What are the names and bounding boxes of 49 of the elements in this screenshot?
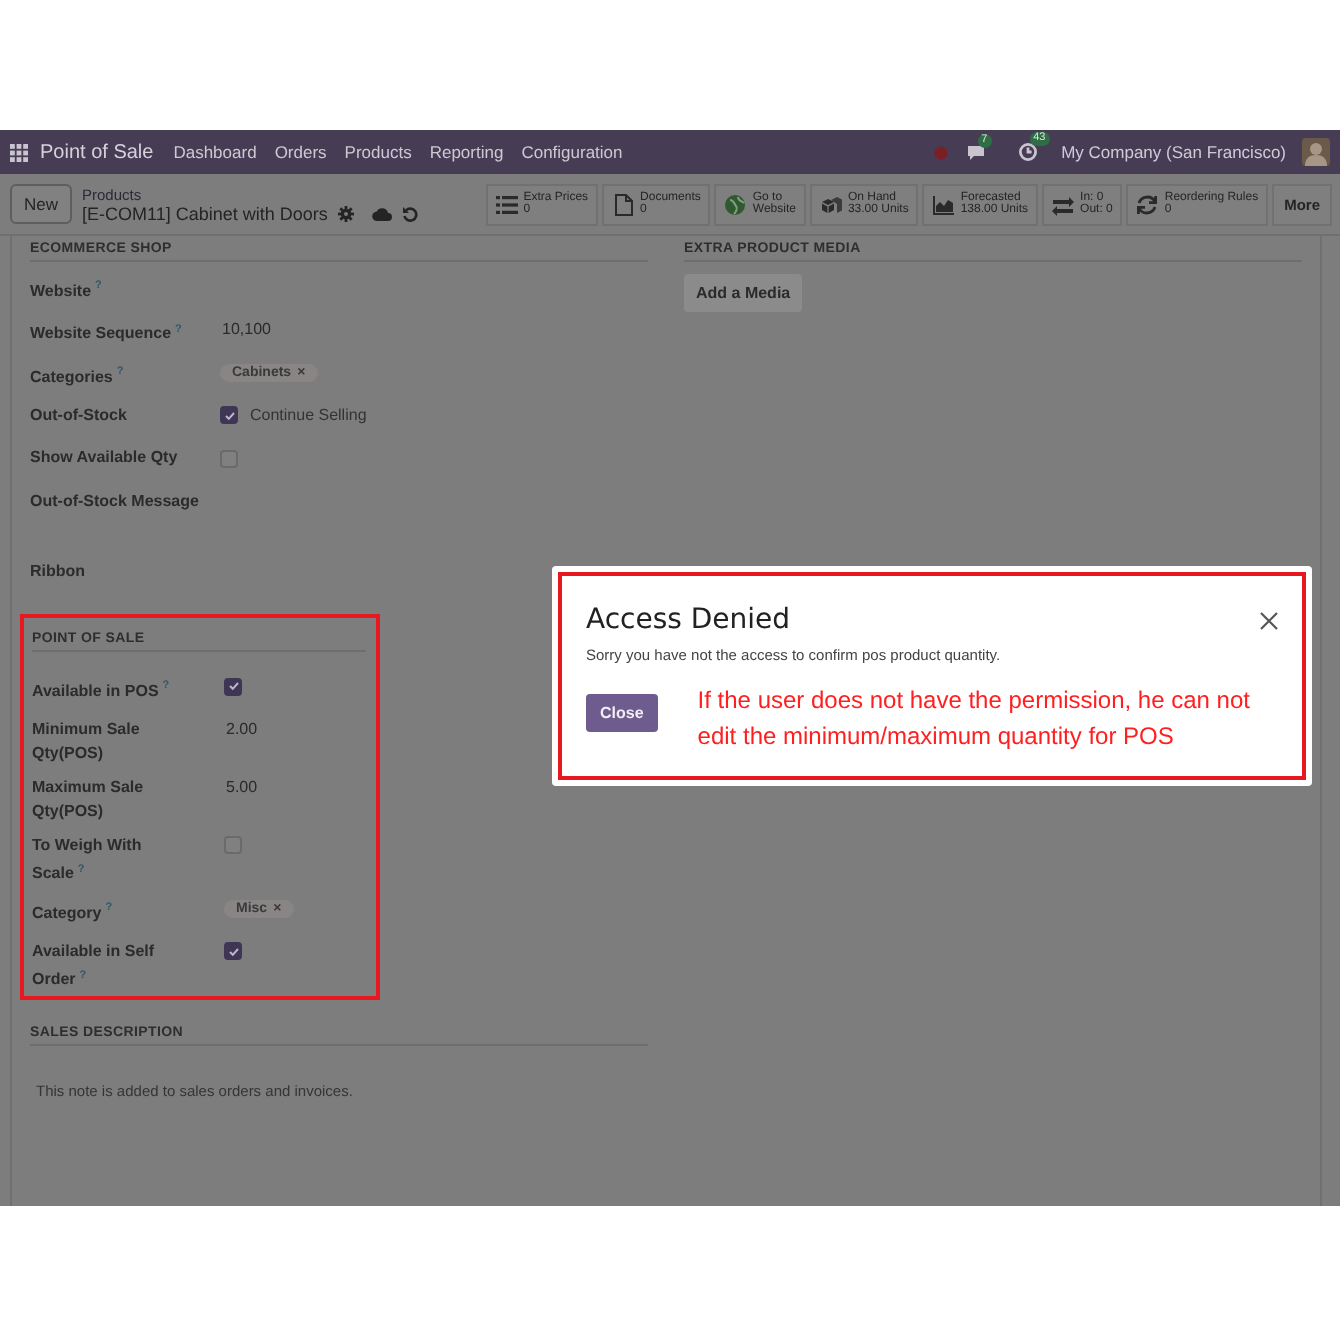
- menu-item[interactable]: Products: [344, 142, 412, 162]
- field-label: Available in POS $^{?}$: [32, 681, 170, 700]
- menu-item[interactable]: Orders: [274, 142, 327, 162]
- field-label: Categories $^{?}$: [30, 367, 124, 386]
- annotation-note: If the user does not have the permission, he can not edit the minimum/maximum quantity for POS: [697, 684, 1252, 754]
- field-label: To Weigh With Scale $^{?}$: [32, 835, 142, 883]
- field-label: Maximum Sale Qty(POS): [32, 777, 144, 819]
- field-label: Ribbon: [30, 561, 86, 579]
- close-button[interactable]: Close: [586, 694, 658, 732]
- clock-icon[interactable]: [1017, 142, 1038, 162]
- company-name[interactable]: My Company (San Francisco): [1061, 142, 1286, 162]
- field-label: Minimum Sale Qty(POS): [32, 719, 140, 761]
- checkbox[interactable]: [220, 406, 238, 424]
- menu-item[interactable]: Dashboard: [173, 142, 257, 162]
- checkbox[interactable]: [224, 677, 242, 695]
- field-label: Out-of-Stock: [30, 405, 127, 423]
- record-title: [E-COM11] Cabinet with Doors: [82, 203, 328, 223]
- field-label: Out-of-Stock Message: [30, 491, 199, 509]
- undo-icon[interactable]: [401, 205, 418, 221]
- area-chart-icon: [932, 193, 955, 215]
- dialog-title: Access Denied: [586, 604, 791, 636]
- apps-menu-icon[interactable]: [10, 143, 28, 161]
- field-label: Show Available Qty: [30, 448, 178, 466]
- chat-icon[interactable]: [965, 143, 986, 161]
- field-label: Website $^{?}$: [30, 281, 102, 300]
- list-icon: [495, 193, 518, 215]
- menu-item[interactable]: Reporting: [429, 142, 504, 162]
- field-value[interactable]: 10,100: [220, 320, 271, 338]
- close-icon[interactable]: [1260, 611, 1278, 629]
- globe-icon: [724, 193, 747, 215]
- boxes-icon: [819, 193, 842, 215]
- new-button[interactable]: New: [10, 184, 73, 224]
- menu-item[interactable]: Configuration: [521, 142, 623, 162]
- checkbox[interactable]: [224, 942, 242, 961]
- add-media-button[interactable]: Add a Media: [684, 274, 803, 312]
- field-label: Website Sequence $^{?}$: [30, 324, 182, 343]
- status-dot-icon: [933, 145, 948, 159]
- gear-icon[interactable]: [337, 205, 354, 221]
- field-label: Available in Self Order $^{?}$: [32, 941, 155, 989]
- field-label: Category $^{?}$: [32, 903, 113, 922]
- checkbox-label[interactable]: Continue Selling: [250, 406, 367, 424]
- cloud-upload-icon[interactable]: [371, 205, 392, 221]
- refresh-icon: [1136, 193, 1159, 215]
- app-name[interactable]: Point of Sale: [40, 141, 154, 163]
- field-value[interactable]: 2.00: [224, 720, 258, 738]
- field-value[interactable]: 5.00: [224, 778, 258, 796]
- document-icon: [612, 193, 635, 215]
- user-avatar-icon[interactable]: [1302, 138, 1330, 166]
- transfer-arrows-icon: [1052, 193, 1075, 215]
